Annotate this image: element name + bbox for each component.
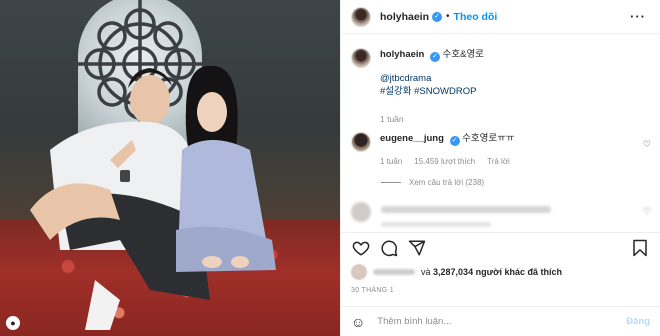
share-icon[interactable] (407, 238, 427, 258)
follow-button[interactable]: Theo dõi (454, 11, 498, 23)
verified-badge-icon: ✓ (429, 52, 440, 62)
tagged-users-icon[interactable]: ● (6, 316, 20, 330)
blurred-meta (381, 222, 491, 227)
separator-dot: • (446, 11, 450, 22)
caption-avatar[interactable] (351, 48, 371, 68)
likes-text: và 3,287,034 người khác đã thích (421, 267, 563, 277)
comment-age: 1 tuần (380, 157, 403, 166)
reply-button[interactable]: Trả lời (487, 155, 510, 168)
verified-badge-icon: ✓ (449, 136, 460, 146)
caption-age: 1 tuần (380, 114, 404, 124)
comment-item: eugene__jung ✓ 수호영로ㅠㅠ 1 tuần 15.459 lượt… (351, 132, 651, 168)
caption-text: 수호&영로 (442, 49, 484, 60)
comment-icon[interactable] (379, 238, 399, 258)
liker-avatar (351, 264, 367, 280)
caption-mention[interactable]: @jtbcdrama (380, 72, 484, 85)
author-avatar[interactable] (351, 6, 371, 27)
emoji-icon[interactable]: ☺ (351, 314, 365, 330)
commenter-avatar[interactable] (351, 132, 371, 152)
comment-likes[interactable]: 15.459 lượt thích (414, 155, 475, 168)
post-comment-button[interactable]: Đăng (626, 316, 650, 327)
author-username[interactable]: holyhaein (380, 11, 429, 23)
blurred-comment: ♡ (351, 200, 651, 232)
post-header: holyhaein ✓ • Theo dõi ··· (341, 0, 660, 34)
action-bar (341, 232, 660, 262)
likes-suffix: người khác đã thích (475, 267, 563, 277)
caption-username[interactable]: holyhaein (380, 49, 424, 60)
post-date: 30 THÁNG 1 (351, 287, 394, 294)
post-photo[interactable]: ● (0, 0, 340, 336)
likes-count: 3,287,034 (433, 267, 474, 277)
verified-badge-icon: ✓ (432, 11, 443, 22)
blurred-text (381, 206, 551, 213)
blurred-liker-name (373, 269, 415, 275)
likes-summary[interactable]: và 3,287,034 người khác đã thích (351, 264, 562, 280)
replies-line (381, 182, 401, 183)
commenter-username[interactable]: eugene__jung (380, 133, 444, 144)
heart-icon[interactable] (351, 238, 371, 258)
comment-input[interactable] (377, 316, 627, 327)
comment-text: 수호영로ㅠㅠ (462, 133, 515, 144)
people-illustration (30, 65, 276, 330)
add-comment-bar: ☺ Đăng (341, 306, 660, 336)
more-options-icon[interactable]: ··· (630, 9, 646, 24)
view-replies-button[interactable]: Xem câu trả lời (238) (381, 178, 484, 187)
caption-hashtags[interactable]: #설강화 #SNOWDROP (380, 85, 484, 98)
post-sidebar: holyhaein ✓ • Theo dõi ··· holyhaein ✓ 수… (340, 0, 660, 336)
post-caption: holyhaein ✓ 수호&영로 @jtbcdrama #설강화 #SNOWD… (351, 48, 651, 126)
bookmark-icon[interactable] (630, 238, 650, 258)
view-replies-label: Xem câu trả lời (238) (409, 178, 485, 187)
heart-icon: ♡ (642, 206, 651, 216)
blurred-avatar (351, 202, 371, 222)
post-modal: ● holyhaein ✓ • Theo dõi ··· holyhaein ✓… (0, 0, 660, 336)
comment-heart-icon[interactable]: ♡ (643, 139, 651, 150)
